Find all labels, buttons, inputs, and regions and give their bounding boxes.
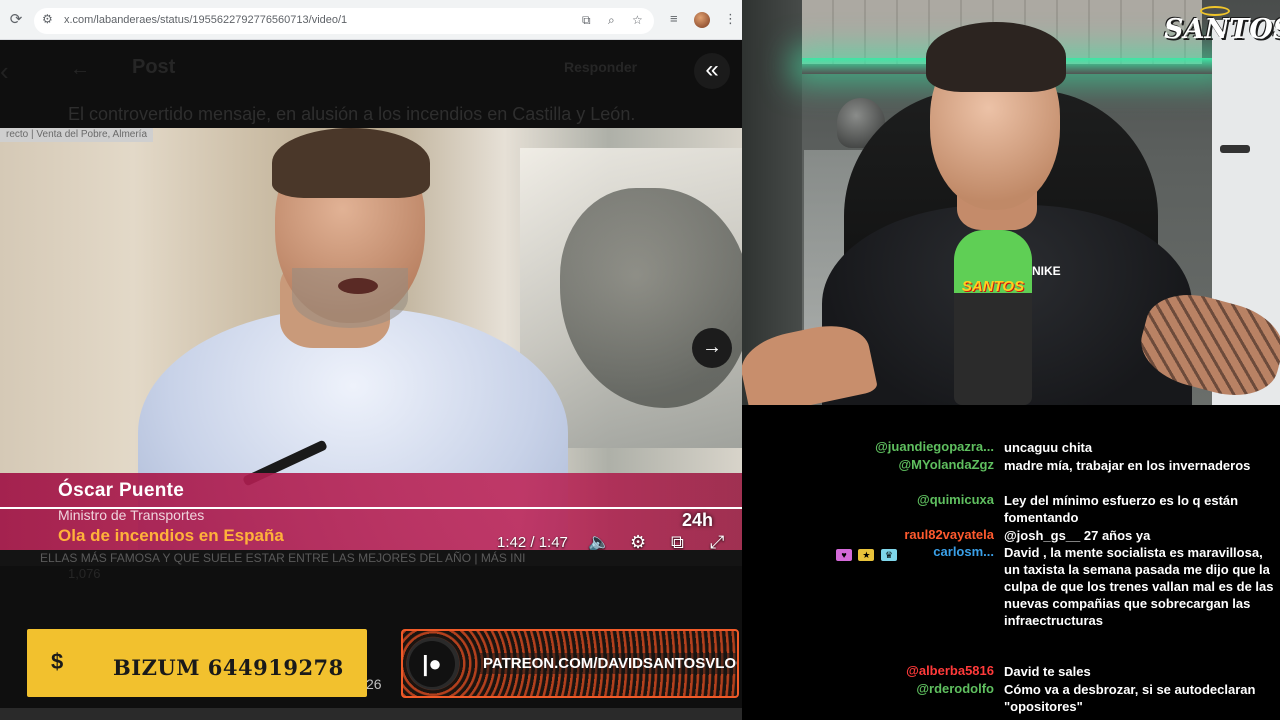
chat-username[interactable]: @juandiegopazra... [742, 439, 994, 454]
reload-icon[interactable]: ⟳ [6, 10, 26, 30]
picture-in-picture-icon[interactable]: ⧉ [671, 532, 684, 550]
webcam-microphone [954, 230, 1032, 405]
lower-third-name: Óscar Puente [58, 480, 185, 501]
stream-layout: ⟳ ⚙ x.com/labanderaes/status/19556227927… [0, 0, 1280, 720]
bizum-text: BIZUM 644919278 [113, 655, 344, 680]
webcam-feed: SANTOS NIKE SANTOS [742, 0, 1280, 405]
video-person-mouth [338, 278, 378, 294]
lower-third-role: Ministro de Transportes [58, 507, 205, 523]
partial-count-badge: 26 [366, 676, 382, 692]
chat-text: Cómo va a desbrozar, si se autodeclaran … [1004, 682, 1256, 714]
chat-text: uncaguu chita [1004, 440, 1093, 455]
patreon-url-text: PATREON.COM/DAVIDSANTOSVLOG [479, 653, 737, 674]
chat-username[interactable]: @rderodolfo [742, 681, 994, 696]
chat-username[interactable]: @alberba5816 [742, 663, 994, 678]
media-control-icon[interactable]: ≡ [670, 11, 678, 26]
news-ticker: ELLAS MÁS FAMOSA Y QUE SUELE ESTAR ENTRE… [0, 550, 742, 566]
browser-capture: ⟳ ⚙ x.com/labanderaes/status/19556227927… [0, 0, 742, 720]
chat-text: madre mía, trabajar en los invernaderos [1004, 458, 1251, 473]
address-url[interactable]: x.com/labanderaes/status/195562279277656… [64, 14, 347, 26]
video-person-beard [292, 268, 408, 328]
chat-username[interactable]: carlosm... [742, 544, 994, 559]
browser-toolbar: ⟳ ⚙ x.com/labanderaes/status/19556227927… [0, 0, 742, 40]
dim-reply-label: Responder [564, 59, 638, 75]
video-timestamp: 1:42 / 1:47 [497, 534, 568, 550]
chat-text: @josh_gs__ 27 años ya [1004, 528, 1151, 543]
dim-post-caption: El controvertido mensaje, en alusión a l… [68, 104, 636, 124]
bizum-donation-overlay: $ BIZUM 644919278 [27, 629, 367, 697]
webcam-streamer-hair [926, 22, 1066, 92]
volume-icon[interactable]: 🔈 [588, 532, 610, 550]
channel-logo: 24h [682, 510, 714, 530]
chat-username[interactable]: @MYolandaZgz [742, 457, 995, 472]
address-bar[interactable]: ⚙ x.com/labanderaes/status/1955622792776… [34, 8, 654, 34]
webcam-door-handle [1220, 145, 1250, 153]
video-person-hair [272, 128, 430, 198]
video-player[interactable]: recto | Venta del Pobre, Almería Óscar P… [0, 128, 742, 550]
settings-gear-icon[interactable]: ⚙ [630, 532, 646, 550]
chat-username[interactable]: @quimicuxa [742, 492, 994, 507]
collapse-panel-button[interactable]: « [694, 53, 730, 89]
dim-post-title: Post [132, 56, 176, 78]
next-media-arrow-icon[interactable]: → [692, 328, 732, 368]
dim-post-stats: 1,076 [68, 566, 101, 581]
live-location-tag: recto | Venta del Pobre, Almería [0, 128, 154, 142]
chat-text: David , la mente socialista es maravillo… [1004, 545, 1274, 628]
zoom-icon[interactable]: ⌕ [608, 13, 615, 28]
dollar-icon: $ [51, 649, 64, 674]
chat-text: Ley del mínimo esfuerzo es lo q están fo… [1004, 493, 1239, 525]
patreon-icon: |● [409, 641, 455, 687]
dim-close-icon: ‹ [0, 56, 9, 86]
live-chat-panel: @juandiegopazra... uncaguu chita @MYolan… [742, 405, 1280, 720]
browser-bottom-strip [0, 708, 742, 720]
profile-avatar[interactable] [694, 12, 710, 28]
microphone-brand-label: SANTOS [961, 278, 1025, 295]
menu-kebab-icon[interactable]: ⋮ [724, 11, 737, 27]
patreon-overlay: |● PATREON.COM/DAVIDSANTOSVLOG [401, 629, 739, 698]
chat-username[interactable]: raul82vayatela [742, 527, 994, 542]
bookmark-star-icon[interactable]: ☆ [632, 13, 643, 27]
channel-watermark-logo: SANTOS [1164, 14, 1280, 45]
shirt-brand-label: NIKE [1032, 264, 1061, 278]
dim-back-icon: ← [70, 58, 90, 80]
site-info-icon[interactable]: ⚙ [42, 12, 53, 26]
lower-third-topic: Ola de incendios en España [58, 526, 284, 545]
chat-text: David te sales [1004, 664, 1091, 679]
fullscreen-icon[interactable]: ⤢ [710, 532, 724, 550]
install-icon[interactable]: ⧉ [582, 13, 591, 28]
